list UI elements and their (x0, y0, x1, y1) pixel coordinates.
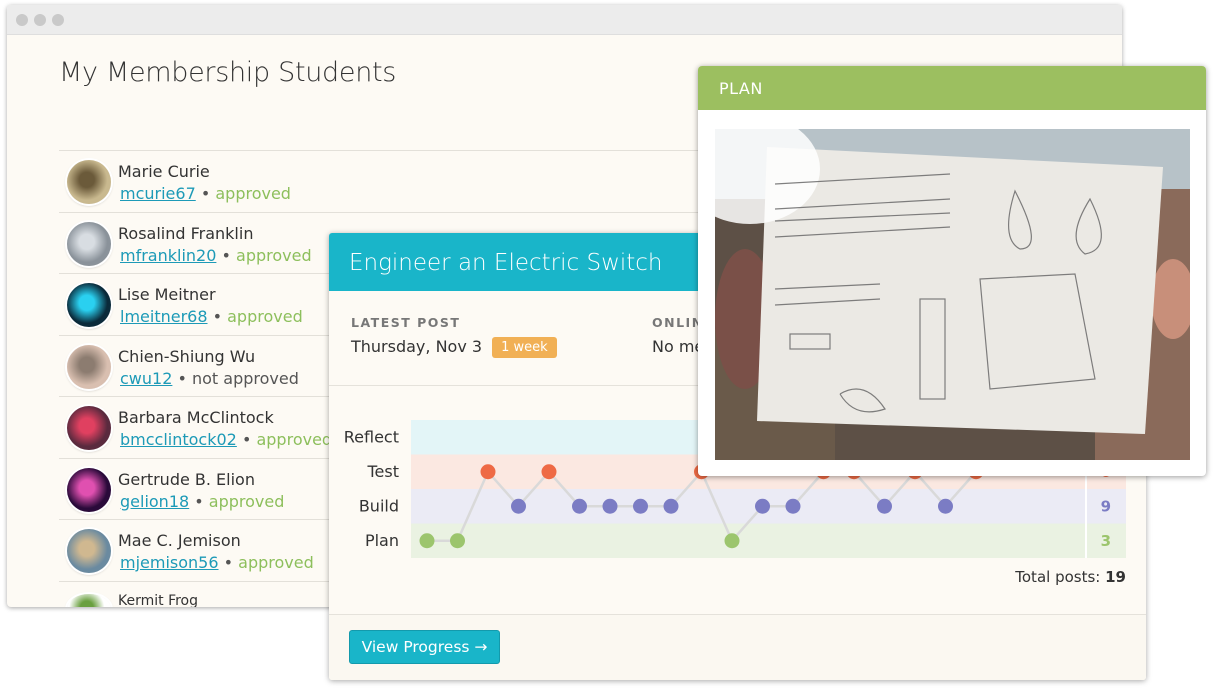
latest-post-label: LATEST POST (351, 315, 461, 330)
student-status: approved (208, 491, 285, 511)
total-posts-value: 19 (1105, 568, 1126, 586)
chart-row-label: Plan (365, 531, 399, 550)
student-username-link[interactable]: mjemison56 (120, 553, 219, 572)
student-avatar[interactable] (67, 221, 111, 266)
student-avatar[interactable] (67, 406, 111, 450)
total-posts-label: Total posts: (1015, 568, 1101, 586)
chart-post-dot[interactable] (572, 498, 587, 514)
student-status: approved (215, 184, 291, 203)
chart-post-dot[interactable] (785, 498, 801, 514)
chart-post-dot[interactable] (724, 533, 740, 549)
chart-band-plan (411, 523, 1126, 558)
chart-post-dot[interactable] (541, 464, 557, 480)
student-status: approved (256, 430, 333, 449)
student-name: Barbara McClintock (118, 408, 274, 427)
student-status: approved (238, 553, 314, 572)
student-avatar[interactable] (67, 160, 111, 204)
student-name: Lise Meitner (118, 285, 216, 304)
student-status-line: bmcclintock02 • approved (120, 430, 332, 449)
status-separator: • (218, 553, 239, 572)
student-status-line: lmeitner68 • approved (120, 307, 303, 326)
student-status: approved (236, 245, 312, 265)
student-status: not approved (192, 368, 299, 388)
student-username-link[interactable]: lmeitner68 (120, 307, 208, 326)
student-avatar[interactable] (67, 344, 111, 389)
online-label: ONLIN (652, 315, 704, 330)
student-name: Chien-Shiung Wu (118, 346, 256, 366)
student-avatar[interactable] (67, 529, 111, 573)
chart-post-dot[interactable] (480, 464, 496, 480)
plan-popup: PLAN (698, 66, 1206, 476)
online-value: No me (652, 337, 705, 356)
plan-popup-title: PLAN (698, 66, 1206, 110)
student-name: Mae C. Jemison (118, 531, 241, 550)
chart-row-label: Test (366, 462, 399, 481)
chart-row-count: 9 (1101, 497, 1111, 515)
total-posts: Total posts: 19 (1015, 568, 1126, 586)
latest-post-date: Thursday, Nov 3 (351, 337, 483, 356)
window-titlebar (7, 5, 1122, 35)
latest-post-value: Thursday, Nov 3 1 week (351, 337, 557, 358)
student-avatar[interactable] (67, 593, 111, 607)
latest-post-badge: 1 week (492, 337, 557, 358)
chart-post-dot[interactable] (450, 533, 465, 549)
student-username-link[interactable]: mfranklin20 (120, 246, 216, 265)
status-separator: • (216, 245, 237, 265)
chart-row-count: 3 (1101, 532, 1111, 550)
card-footer: View Progress → (329, 614, 1146, 680)
student-status-line: mfranklin20 • approved (120, 246, 312, 265)
plan-sketch-photo[interactable] (715, 129, 1190, 460)
status-separator: • (207, 307, 228, 326)
chart-post-dot[interactable] (663, 498, 679, 514)
chart-post-dot[interactable] (755, 498, 770, 514)
student-username-link[interactable]: mcurie67 (120, 184, 196, 203)
window-maximize-dot[interactable] (52, 14, 64, 26)
window-close-dot[interactable] (16, 14, 28, 26)
student-username-link[interactable]: bmcclintock02 (120, 430, 237, 449)
window-minimize-dot[interactable] (34, 14, 46, 26)
student-status-line: gelion18 • approved (120, 492, 284, 511)
student-status: approved (227, 307, 303, 326)
status-separator: • (236, 430, 257, 449)
status-separator: • (189, 491, 209, 511)
student-name: Marie Curie (118, 162, 210, 181)
student-name: Gertrude B. Elion (118, 469, 255, 489)
status-separator: • (195, 184, 216, 203)
student-username-link[interactable]: cwu12 (120, 369, 172, 388)
status-separator: • (172, 368, 192, 388)
chart-post-dot[interactable] (602, 498, 618, 514)
page-title: My Membership Students (59, 57, 397, 88)
student-status-line: mcurie67 • approved (120, 184, 291, 203)
student-avatar[interactable] (67, 283, 111, 327)
student-name: Kermit Frog (118, 592, 199, 608)
chart-post-dot[interactable] (633, 498, 648, 514)
student-username-link[interactable]: gelion18 (120, 492, 189, 511)
student-status-line: mjemison56 • approved (120, 553, 314, 572)
chart-post-dot[interactable] (877, 498, 892, 514)
student-name: Rosalind Franklin (118, 223, 254, 243)
chart-post-dot[interactable] (419, 533, 435, 549)
student-status-line: cwu12 • not approved (120, 369, 299, 388)
chart-row-label: Reflect (344, 427, 399, 446)
chart-post-dot[interactable] (511, 498, 526, 514)
student-avatar[interactable] (67, 467, 111, 512)
view-progress-button[interactable]: View Progress → (349, 630, 500, 664)
chart-row-label: Build (359, 496, 399, 515)
chart-post-dot[interactable] (938, 498, 953, 514)
